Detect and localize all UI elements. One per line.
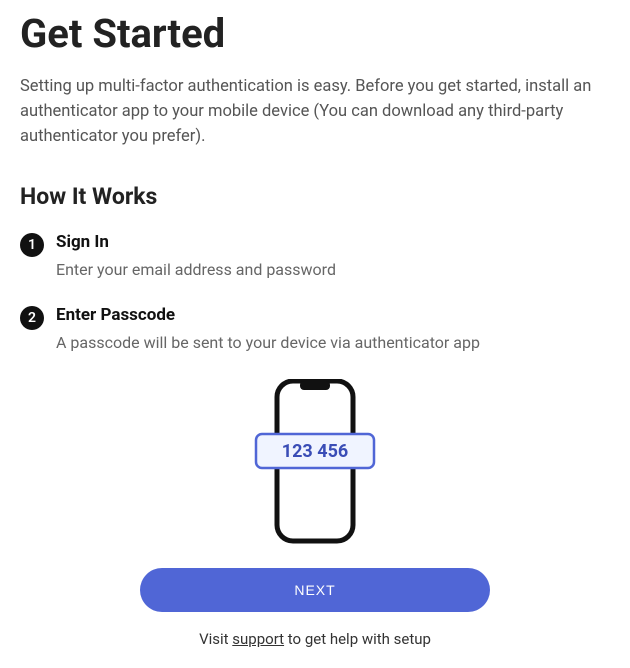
step-1-title: Sign In — [56, 232, 610, 252]
support-link[interactable]: support — [232, 630, 284, 648]
footer-prefix: Visit — [199, 630, 232, 648]
passcode-text: 123 456 — [282, 441, 348, 462]
intro-text: Setting up multi-factor authentication i… — [20, 75, 610, 149]
footer-help-text: Visit support to get help with setup — [20, 630, 610, 648]
page-title: Get Started — [20, 10, 610, 57]
footer-suffix: to get help with setup — [284, 630, 431, 648]
phone-icon: 123 456 — [250, 379, 380, 544]
phone-illustration: 123 456 — [20, 379, 610, 544]
steps-list: 1 Sign In Enter your email address and p… — [20, 232, 610, 354]
step-2-badge: 2 — [20, 306, 44, 330]
how-it-works-heading: How It Works — [20, 183, 610, 210]
next-button[interactable]: NEXT — [140, 568, 490, 612]
step-2: 2 Enter Passcode A passcode will be sent… — [20, 305, 610, 354]
step-2-desc: A passcode will be sent to your device v… — [56, 331, 610, 354]
step-1: 1 Sign In Enter your email address and p… — [20, 232, 610, 281]
step-2-title: Enter Passcode — [56, 305, 610, 325]
step-1-desc: Enter your email address and password — [56, 258, 610, 281]
step-1-badge: 1 — [20, 233, 44, 257]
